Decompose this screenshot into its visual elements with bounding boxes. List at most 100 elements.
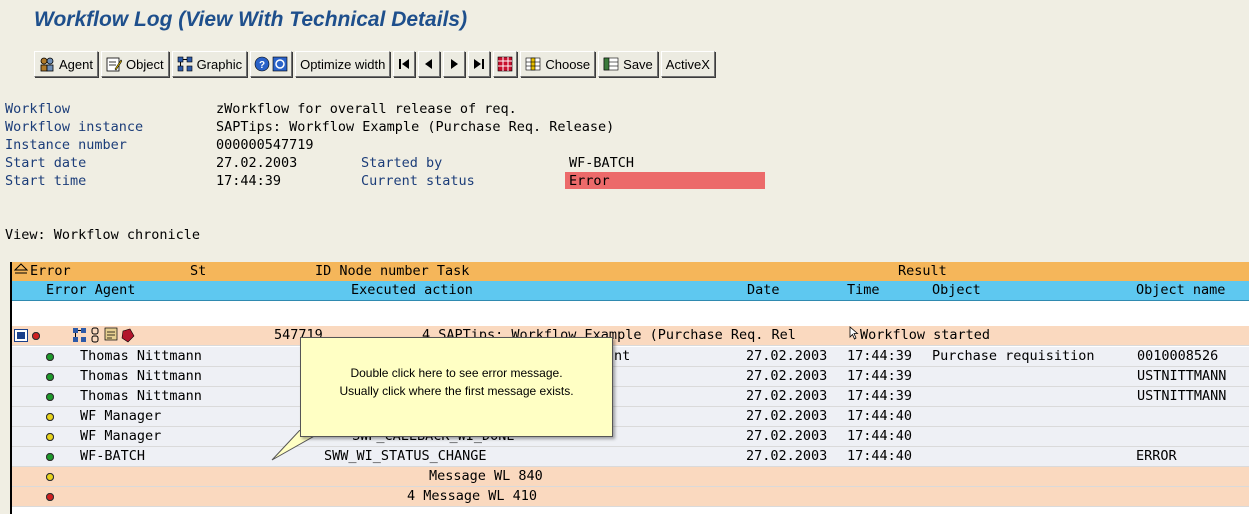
table-row[interactable]: WF Manager SWP_CALLBACK_WI_DONE 27.02.20…: [12, 427, 1249, 447]
row-agent: WF Manager: [80, 408, 162, 424]
col-executed-action[interactable]: Executed action: [351, 281, 473, 300]
row-time: 17:44:39: [847, 348, 913, 364]
table-row[interactable]: Thomas Nittmann 27.02.2003 17:44:39 USTN…: [12, 367, 1249, 387]
last-page-icon: [474, 59, 485, 69]
col-object-name[interactable]: Object name: [1136, 281, 1225, 300]
instance-number-value: 000000547719: [216, 137, 314, 153]
row-agent: Thomas Nittmann: [80, 348, 202, 364]
table-row[interactable]: WF Manager 27.02.2003 17:44:40: [12, 407, 1249, 427]
table-row[interactable]: 547719 4 SAPTips: Workflow Example (Purc…: [12, 326, 1249, 346]
first-page-button[interactable]: [393, 51, 416, 77]
workflow-value: zWorkflow for overall release of req.: [216, 101, 517, 117]
svg-text:?: ?: [259, 60, 265, 71]
started-by-label: Started by: [361, 155, 443, 171]
row-date: 27.02.2003: [746, 388, 828, 404]
choose-button[interactable]: Choose: [520, 51, 596, 77]
first-page-icon: [399, 59, 410, 69]
workflow-label: Workflow: [5, 101, 71, 117]
row-object-name: USTNITTMANN: [1137, 368, 1227, 384]
object-button[interactable]: Object: [100, 51, 169, 77]
next-page-icon: [451, 59, 459, 69]
save-layout-icon: [603, 57, 619, 71]
save-button[interactable]: Save: [598, 51, 658, 77]
row-object-name: 0010008526: [1137, 348, 1219, 364]
graphic-button[interactable]: Graphic: [171, 51, 248, 77]
activex-label: ActiveX: [665, 56, 710, 72]
row-date: 27.02.2003: [746, 348, 828, 364]
save-label: Save: [623, 56, 653, 72]
current-status-label: Current status: [361, 173, 475, 189]
start-time-label: Start time: [5, 173, 87, 189]
activex-button[interactable]: ActiveX: [660, 51, 715, 77]
row-time: 17:44:39: [847, 368, 913, 384]
optimize-width-label: Optimize width: [300, 56, 386, 72]
next-page-button[interactable]: [443, 51, 466, 77]
col-result[interactable]: Result: [898, 262, 947, 281]
optimize-width-button[interactable]: Optimize width: [295, 51, 391, 77]
row-object-name: USTNITTMANN: [1137, 388, 1227, 404]
agent-icon: [40, 57, 54, 72]
help-icon: ?: [254, 56, 288, 72]
agent-label: Agent: [59, 56, 93, 72]
help-button[interactable]: ?: [250, 51, 293, 77]
col-error-agent[interactable]: Error Agent: [46, 281, 135, 300]
layout-button[interactable]: [493, 51, 518, 77]
title-bar: Workflow Log (View With Technical Detail…: [0, 0, 1249, 40]
col-object[interactable]: Object: [932, 281, 981, 300]
started-by-value: WF-BATCH: [569, 155, 635, 171]
grid-header-row-1: Error St ID Node number Task Result: [12, 262, 1249, 282]
row-date: 27.02.2003: [746, 368, 828, 384]
row-time: 17:44:39: [847, 388, 913, 404]
page-title: Workflow Log (View With Technical Detail…: [34, 8, 468, 31]
row-time: 17:44:40: [847, 408, 913, 424]
start-time-value: 17:44:39: [216, 173, 282, 189]
row-action: SWW_WI_STATUS_CHANGE: [324, 448, 487, 464]
tree-node-icon[interactable]: [14, 329, 28, 348]
col-id-node-task[interactable]: ID Node number Task: [315, 262, 469, 281]
row-object: Purchase requisition: [932, 348, 1095, 364]
table-row[interactable]: Message WL 840: [12, 467, 1249, 487]
col-time[interactable]: Time: [847, 281, 880, 300]
row-date: 27.02.2003: [746, 408, 828, 424]
workflow-instance-label: Workflow instance: [5, 119, 144, 135]
row-message: Message WL 840: [429, 468, 543, 484]
row-agent: Thomas Nittmann: [80, 368, 202, 384]
row-time: 17:44:40: [847, 448, 913, 464]
edit-object-icon: [106, 57, 122, 72]
collapse-icon[interactable]: [13, 262, 29, 281]
table-row[interactable]: Thomas Nittmann nt 27.02.2003 17:44:39 P…: [12, 347, 1249, 367]
row-action: nt: [614, 348, 631, 364]
object-label: Object: [125, 56, 164, 72]
row-agent: WF Manager: [80, 428, 162, 444]
row-result: Workflow started: [860, 327, 991, 343]
row-agent: Thomas Nittmann: [80, 388, 202, 404]
previous-page-button[interactable]: [418, 51, 441, 77]
col-st[interactable]: St: [190, 262, 206, 281]
agent-button[interactable]: Agent: [34, 51, 98, 77]
row-date: 27.02.2003: [746, 428, 828, 444]
row-time: 17:44:40: [847, 428, 913, 444]
cursor-icon: [849, 326, 859, 346]
table-row[interactable]: Thomas Nittmann 27.02.2003 17:44:39 USTN…: [12, 387, 1249, 407]
view-label: View: Workflow chronicle: [5, 227, 201, 243]
instance-number-label: Instance number: [5, 137, 127, 153]
start-date-value: 27.02.2003: [216, 155, 298, 171]
choose-label: Choose: [545, 56, 591, 72]
table-layout-icon: [498, 56, 513, 72]
workflow-instance-value: SAPTips: Workflow Example (Purchase Req.…: [216, 119, 615, 135]
col-error[interactable]: Error: [30, 262, 71, 281]
row-message: 4 Message WL 410: [407, 488, 538, 504]
table-row[interactable]: WF-BATCH SWW_WI_STATUS_CHANGE 27.02.2003…: [12, 447, 1249, 467]
toolbar: Agent Object Graphic ? Optimize width Ch…: [34, 51, 715, 79]
row-date: 27.02.2003: [746, 448, 828, 464]
graphic-label: Graphic: [196, 56, 243, 72]
choose-layout-icon: [526, 57, 541, 71]
callout-line-1: Double click here to see error message.: [350, 366, 563, 380]
start-date-label: Start date: [5, 155, 87, 171]
row-object-name: ERROR: [1136, 448, 1177, 464]
last-page-button[interactable]: [468, 51, 491, 77]
col-date[interactable]: Date: [747, 281, 780, 300]
grid-header-row-2: Error Agent Executed action Date Time Ob…: [12, 281, 1249, 301]
workflow-chronicle-grid: Error St ID Node number Task Result Erro…: [10, 262, 1249, 514]
table-row[interactable]: 4 Message WL 410: [12, 487, 1249, 507]
